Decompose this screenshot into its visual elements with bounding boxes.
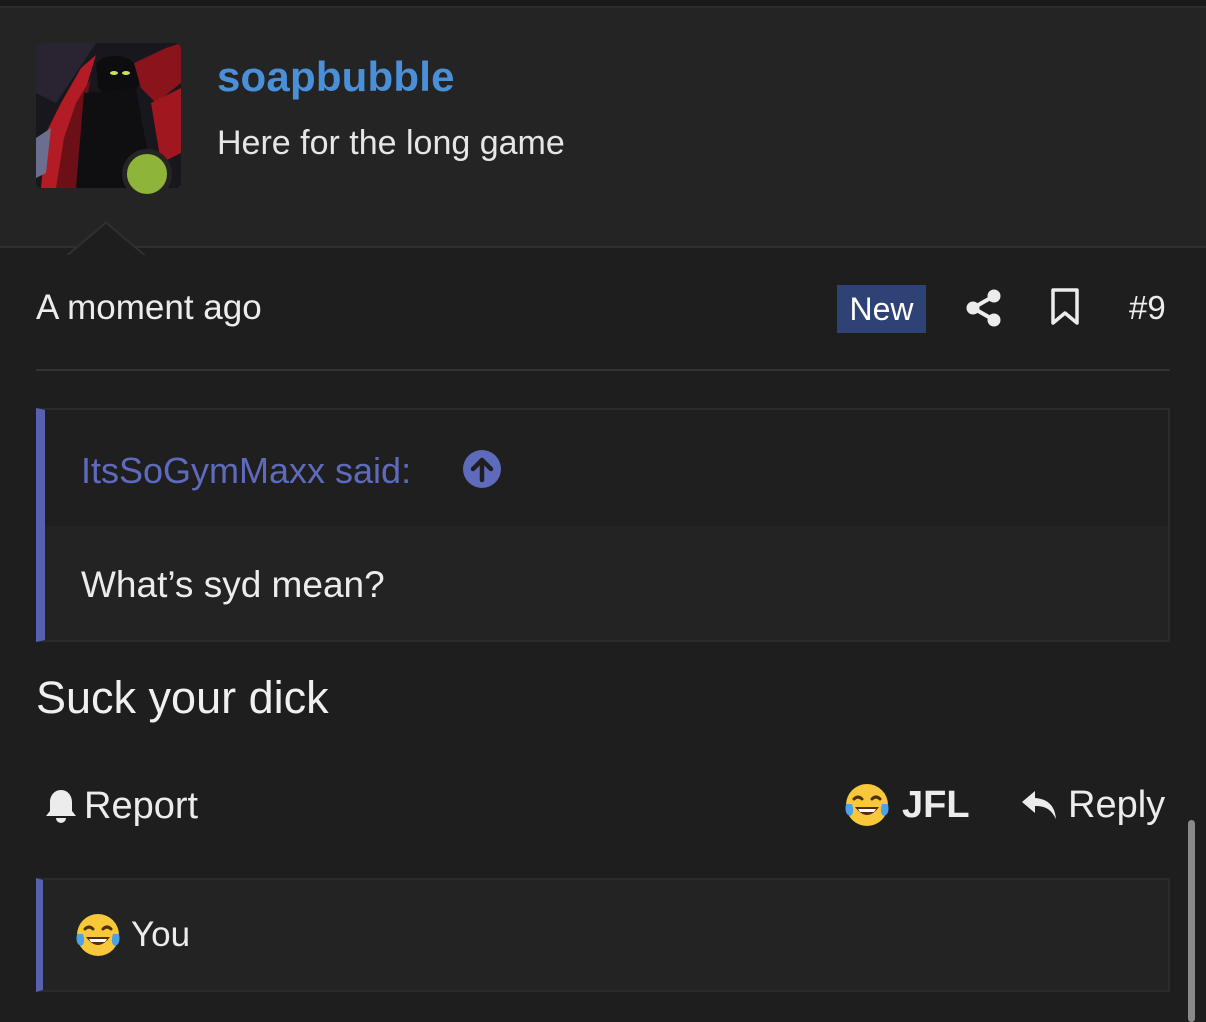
quote-author[interactable]: ItsSoGymMaxx said: — [81, 450, 411, 492]
reply-icon — [1022, 791, 1056, 819]
arrow-up-circle-icon[interactable] — [462, 449, 502, 489]
bookmark-icon[interactable] — [1050, 288, 1080, 326]
quote-header: ItsSoGymMaxx said: — [45, 410, 1168, 526]
reply-button[interactable]: Reply — [1020, 781, 1165, 829]
reaction-label: JFL — [902, 783, 970, 826]
bell-icon — [46, 790, 76, 823]
online-status-dot — [122, 149, 172, 199]
meta-divider — [36, 369, 1170, 371]
avatar-container[interactable] — [36, 43, 181, 199]
user-title: Here for the long game — [217, 124, 565, 162]
post-timestamp[interactable]: A moment ago — [36, 288, 262, 328]
scrollbar[interactable] — [1188, 820, 1195, 1022]
crying-laughing-emoji-icon — [845, 784, 889, 826]
reactions-users[interactable]: You — [131, 915, 190, 955]
username-link[interactable]: soapbubble — [217, 53, 455, 101]
report-label: Report — [84, 784, 199, 827]
reaction-button[interactable]: JFL — [844, 781, 970, 829]
share-icon[interactable] — [966, 289, 1002, 327]
quote-block: ItsSoGymMaxx said: What’s syd mean? — [36, 408, 1170, 642]
report-button[interactable]: Report — [44, 783, 198, 829]
post-message: Suck your dick — [36, 672, 329, 723]
crying-laughing-emoji-icon — [76, 914, 120, 956]
reply-label: Reply — [1068, 783, 1166, 826]
post-number-link[interactable]: #9 — [1129, 289, 1166, 327]
top-divider — [0, 0, 1206, 8]
new-badge: New — [837, 285, 926, 333]
reactions-summary[interactable]: You — [36, 878, 1170, 992]
quote-text: What’s syd mean? — [81, 564, 385, 605]
user-header: soapbubble Here for the long game — [0, 8, 1206, 256]
post-page: soapbubble Here for the long game A mome… — [0, 0, 1206, 1022]
header-pointer — [68, 224, 144, 256]
